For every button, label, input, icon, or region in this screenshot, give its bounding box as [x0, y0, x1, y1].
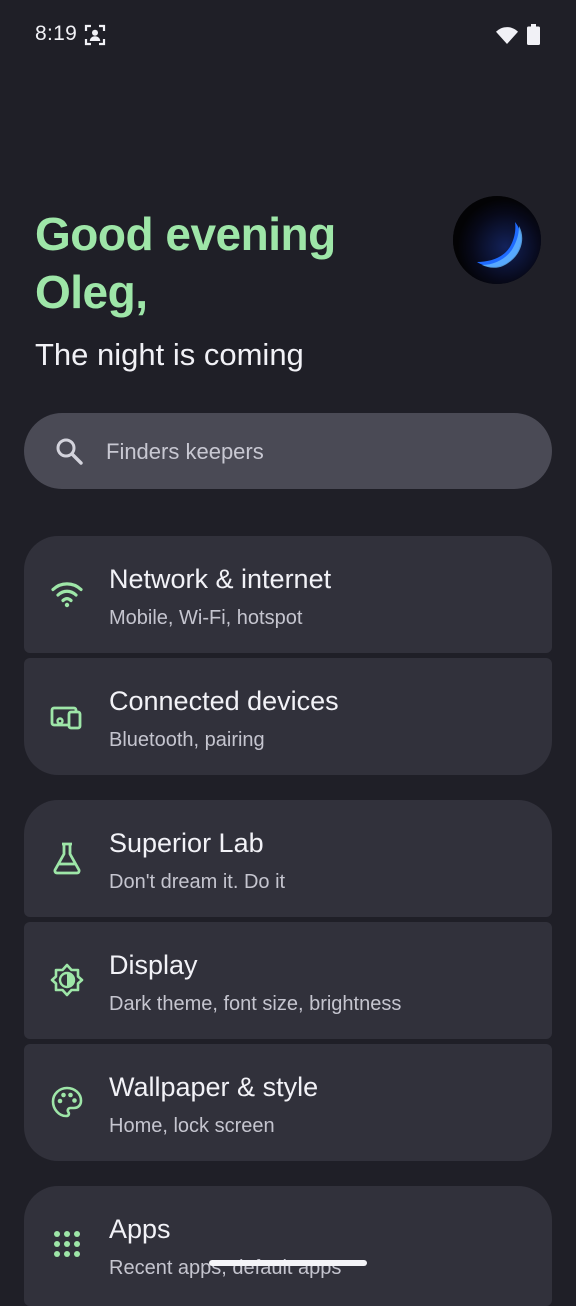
wifi-icon [496, 27, 518, 44]
settings-item-title: Wallpaper & style [109, 1072, 319, 1102]
status-bar: 8:19 [0, 0, 576, 70]
settings-item-title: Connected devices [109, 686, 339, 716]
face-unlock-icon [84, 24, 106, 46]
wifi-icon [51, 582, 83, 608]
avatar[interactable] [453, 196, 541, 284]
brightness-icon [50, 963, 84, 997]
status-time: 8:19 [35, 22, 78, 45]
planet-wallpaper-icon [453, 196, 541, 284]
settings-item-apps[interactable]: Apps Recent apps, default apps [24, 1186, 552, 1306]
settings-item-superior-lab[interactable]: Superior Lab Don't dream it. Do it [24, 800, 552, 917]
devices-icon [50, 706, 82, 730]
search-icon [56, 438, 83, 465]
greeting-title: Good evening Oleg, [35, 205, 435, 321]
settings-item-subtitle: Bluetooth, pairing [109, 729, 265, 751]
greeting-subtitle: The night is coming [35, 337, 304, 372]
settings-item-network[interactable]: Network & internet Mobile, Wi‑Fi, hotspo… [24, 536, 552, 653]
settings-item-title: Network & internet [109, 564, 332, 594]
settings-item-wallpaper-style[interactable]: Wallpaper & style Home, lock screen [24, 1044, 552, 1161]
flask-icon [53, 842, 81, 875]
settings-item-subtitle: Don't dream it. Do it [109, 871, 286, 893]
greeting-line-1: Good evening [35, 208, 336, 260]
search-input[interactable]: Finders keepers [106, 439, 264, 465]
settings-item-subtitle: Mobile, Wi‑Fi, hotspot [109, 607, 303, 629]
battery-icon [527, 24, 540, 45]
settings-item-subtitle: Home, lock screen [109, 1115, 275, 1137]
settings-item-title: Apps [109, 1214, 171, 1244]
navigation-handle[interactable] [209, 1260, 367, 1266]
settings-item-connected-devices[interactable]: Connected devices Bluetooth, pairing [24, 658, 552, 775]
greeting-line-2: Oleg, [35, 266, 148, 318]
settings-item-title: Display [109, 950, 198, 980]
settings-item-subtitle: Dark theme, font size, brightness [109, 993, 402, 1015]
search-bar[interactable]: Finders keepers [24, 413, 552, 489]
settings-item-display[interactable]: Display Dark theme, font size, brightnes… [24, 922, 552, 1039]
apps-grid-icon [54, 1231, 80, 1257]
palette-icon [51, 1086, 83, 1118]
settings-item-title: Superior Lab [109, 828, 264, 858]
